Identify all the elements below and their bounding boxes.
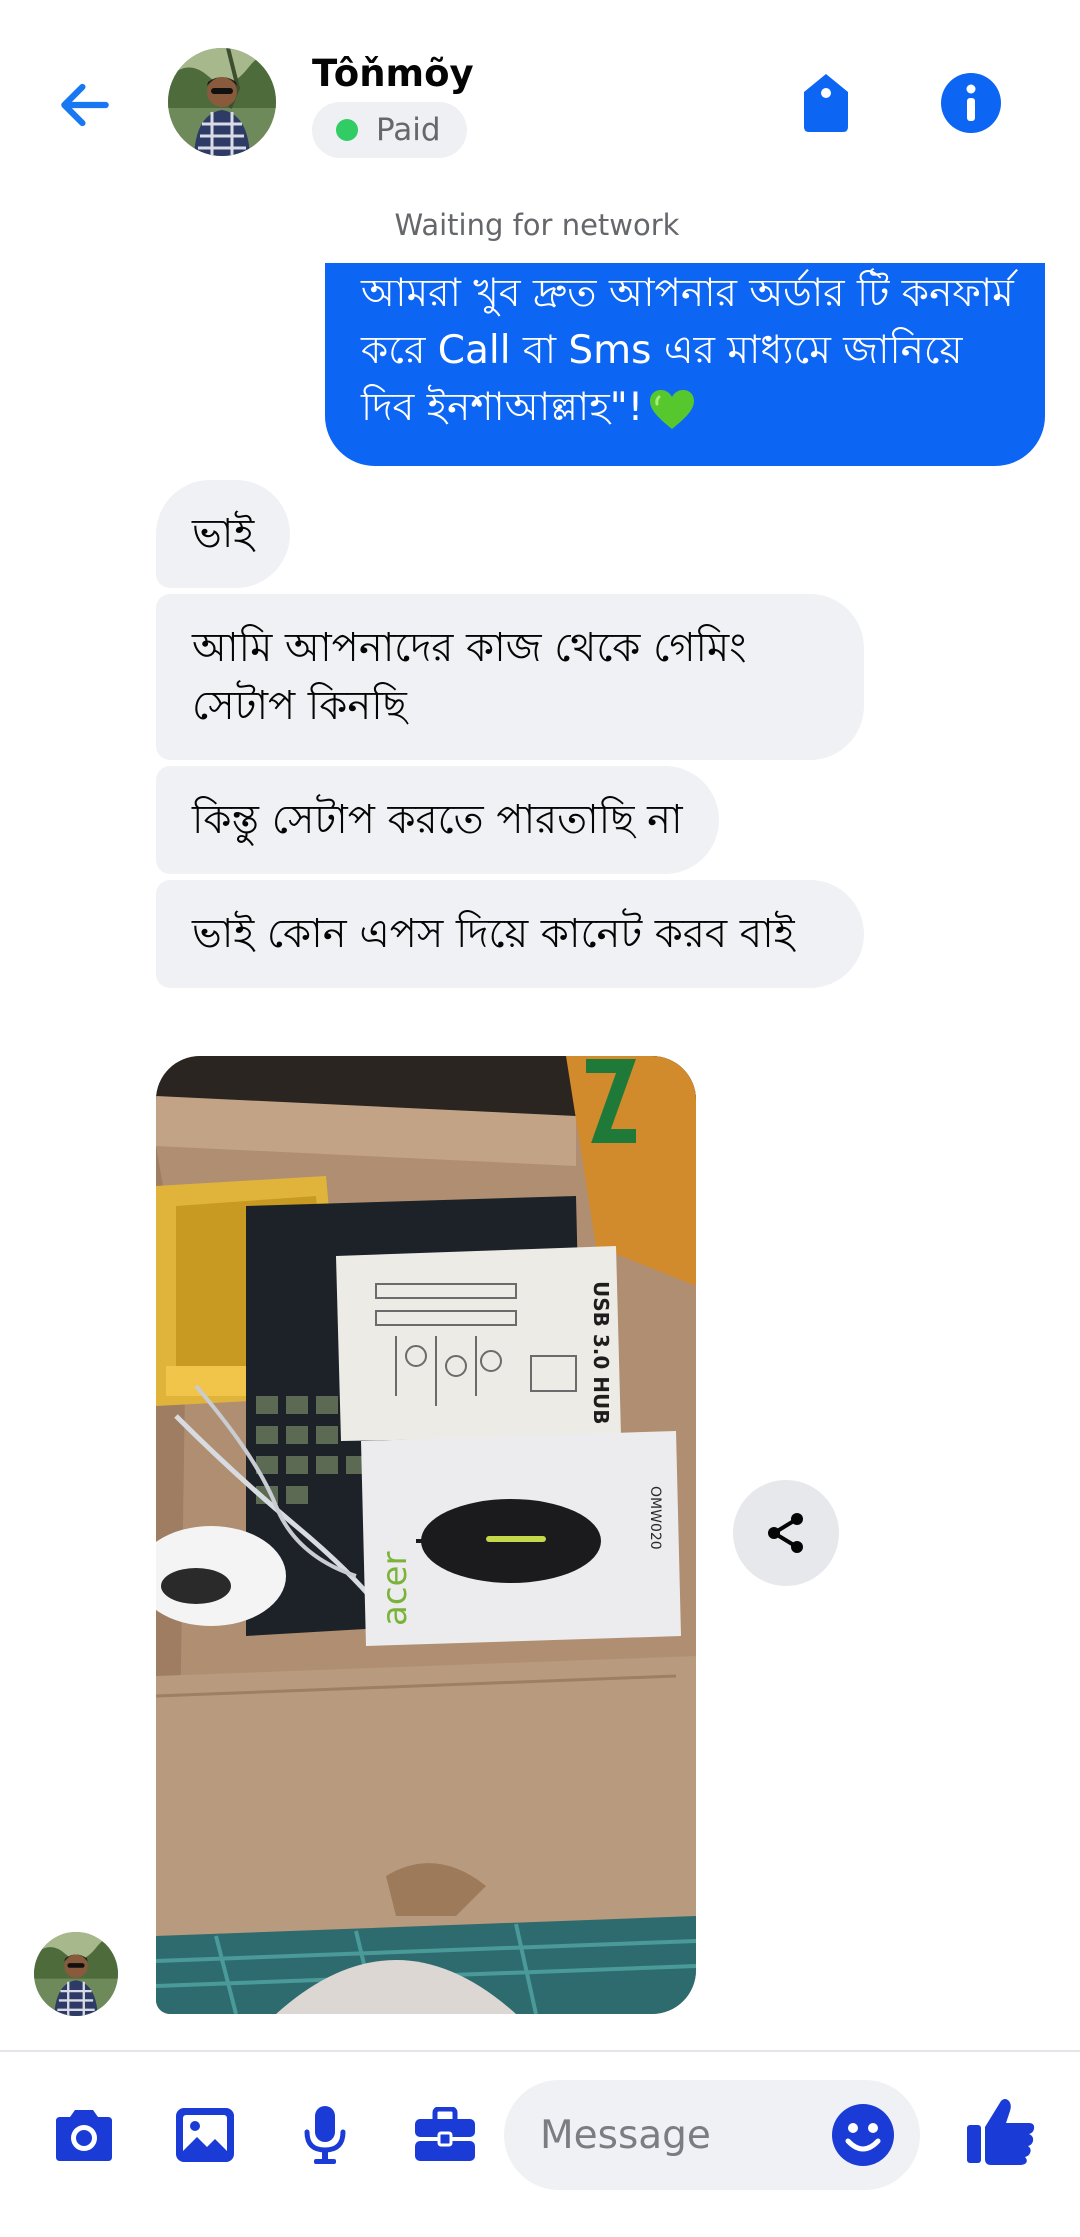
status-badge-label: Paid (376, 112, 441, 148)
network-status: Waiting for network (0, 208, 1080, 242)
incoming-message-text: আমি আপনাদের কাজ থেকে গেমিং সেটাপ কিনছি (192, 625, 747, 729)
incoming-photo[interactable]: USB 3.0 HUB acer OMW020 (156, 1056, 696, 2014)
microphone-button[interactable] (290, 2100, 360, 2170)
arrow-left-icon (61, 83, 109, 127)
info-icon (941, 73, 1001, 133)
info-button[interactable] (940, 72, 1002, 134)
green-heart-icon (650, 389, 695, 429)
incoming-message[interactable]: ভাই (156, 480, 291, 588)
incoming-message[interactable]: কিন্তু সেটাপ করতে পারতাছি না (156, 766, 719, 874)
back-button[interactable] (50, 70, 120, 140)
smiley-icon[interactable] (831, 2103, 895, 2167)
camera-button[interactable] (49, 2100, 119, 2170)
incoming-message[interactable]: ভাই কোন এপস দিয়ে কানেট করব বাই (156, 880, 864, 988)
message-thread[interactable]: আমরা খুব দ্রুত আপনার অর্ডার টি কনফার্ম ক… (0, 263, 1080, 2040)
incoming-message-text: ভাই কোন এপস দিয়ে কানেট করব বাই (192, 911, 795, 957)
photo-mouse-model: OMW020 (647, 1486, 663, 1550)
camera-icon (56, 2110, 112, 2161)
tag-icon (804, 74, 848, 132)
photo-mouse-brand: acer (375, 1552, 415, 1626)
conversation-header: Tôňmõy Paid (0, 0, 1080, 200)
message-input[interactable] (540, 2080, 800, 2190)
status-badge[interactable]: Paid (312, 102, 467, 158)
share-button[interactable] (733, 1480, 839, 1586)
gallery-icon (176, 2108, 234, 2162)
sender-avatar[interactable] (34, 1932, 118, 2016)
thumbs-up-icon[interactable] (965, 2095, 1037, 2167)
microphone-icon (304, 2106, 346, 2164)
incoming-message[interactable]: আমি আপনাদের কাজ থেকে গেমিং সেটাপ কিনছি (156, 594, 864, 760)
tag-button[interactable] (795, 72, 857, 134)
contact-name[interactable]: Tôňmõy (312, 52, 474, 95)
network-status-text: Waiting for network (394, 208, 680, 242)
online-dot (336, 119, 358, 141)
gallery-button[interactable] (170, 2100, 240, 2170)
incoming-message-text: কিন্তু সেটাপ করতে পারতাছি না (192, 797, 683, 843)
share-icon (768, 1513, 803, 1553)
incoming-message-text: ভাই (192, 511, 255, 557)
briefcase-button[interactable] (410, 2100, 480, 2170)
message-field[interactable] (504, 2080, 920, 2190)
briefcase-icon (415, 2107, 475, 2161)
photo-box-label: USB 3.0 HUB (589, 1281, 613, 1424)
outgoing-message[interactable]: আমরা খুব দ্রুত আপনার অর্ডার টি কনফার্ম ক… (325, 263, 1045, 466)
message-composer (0, 2050, 1080, 2237)
contact-avatar[interactable] (168, 48, 276, 156)
